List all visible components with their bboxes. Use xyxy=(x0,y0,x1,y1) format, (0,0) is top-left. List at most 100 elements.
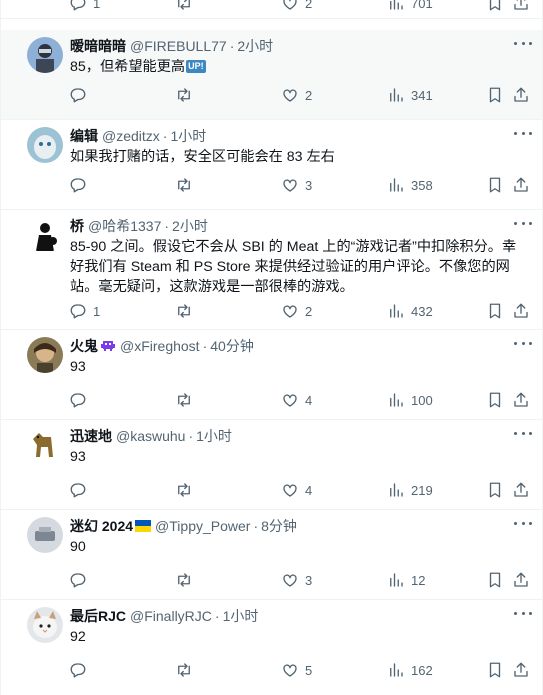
timestamp[interactable]: 2小时 xyxy=(172,216,208,236)
tweet[interactable]: 迅速地 @kaswuhu · 1小时 93 4 219 xyxy=(1,420,542,510)
views-button[interactable]: 701 xyxy=(387,0,433,13)
retweet-button[interactable] xyxy=(175,480,193,500)
heart-icon xyxy=(283,0,297,10)
like-button[interactable]: 5 xyxy=(281,660,312,680)
bookmark-button[interactable] xyxy=(486,480,504,500)
tweet[interactable]: 火鬼 @xFireghost · 40分钟 93 4 100 xyxy=(1,330,542,420)
more-icon[interactable] xyxy=(514,340,532,346)
avatar[interactable] xyxy=(27,517,63,553)
views-button[interactable]: 100 xyxy=(387,390,433,410)
display-name[interactable]: 桥 xyxy=(70,216,84,236)
like-button[interactable]: 2 xyxy=(281,85,312,105)
bookmark-button[interactable] xyxy=(486,175,504,195)
more-icon[interactable] xyxy=(514,40,532,46)
like-count: 2 xyxy=(305,303,313,319)
bookmark-icon xyxy=(489,482,501,498)
bookmark-button[interactable] xyxy=(486,660,504,680)
more-icon[interactable] xyxy=(514,610,532,616)
reply-button[interactable]: 1 xyxy=(69,301,100,321)
display-name[interactable]: 迷幻 2024 xyxy=(70,516,133,536)
avatar[interactable] xyxy=(27,217,63,253)
like-button[interactable]: 2 xyxy=(281,301,312,321)
reply-button[interactable] xyxy=(69,175,87,195)
timestamp[interactable]: 1小时 xyxy=(170,126,206,146)
bookmark-button[interactable] xyxy=(486,85,504,105)
share-button[interactable] xyxy=(512,0,530,13)
avatar[interactable] xyxy=(27,37,63,73)
like-button[interactable]: 4 xyxy=(281,390,312,410)
reply-button[interactable] xyxy=(69,390,87,410)
like-button[interactable]: 3 xyxy=(281,570,312,590)
avatar[interactable] xyxy=(27,427,63,463)
retweet-button[interactable] xyxy=(175,175,193,195)
like-button[interactable]: 4 xyxy=(281,480,312,500)
display-name[interactable]: 火鬼 xyxy=(70,336,98,356)
display-name[interactable]: 迅速地 xyxy=(70,426,112,446)
user-handle[interactable]: @Tippy_Power xyxy=(155,518,250,534)
retweet-button[interactable] xyxy=(175,570,193,590)
reply-button[interactable] xyxy=(69,480,87,500)
user-handle[interactable]: @kaswuhu xyxy=(116,428,185,444)
bookmark-icon xyxy=(489,87,501,103)
retweet-icon xyxy=(178,88,190,102)
like-count: 4 xyxy=(305,392,313,408)
display-name[interactable]: 编辑 xyxy=(70,126,98,146)
avatar[interactable] xyxy=(27,337,63,373)
tweet[interactable]: 编辑 @zeditzx · 1小时 如果我打赌的话，安全区可能会在 83 左右 … xyxy=(1,120,542,210)
more-icon[interactable] xyxy=(514,430,532,436)
avatar[interactable] xyxy=(27,607,63,643)
tweet[interactable]: 桥 @哈希1337 · 2小时 85-90 之间。假设它不会从 SBI 的 Me… xyxy=(1,210,542,330)
bookmark-button[interactable] xyxy=(486,0,504,13)
reply-button[interactable] xyxy=(69,85,87,105)
share-button[interactable] xyxy=(512,570,530,590)
user-handle[interactable]: @FinallyRJC xyxy=(130,608,212,624)
like-button[interactable]: 3 xyxy=(281,175,312,195)
timestamp[interactable]: 1小时 xyxy=(223,606,259,626)
share-button[interactable] xyxy=(512,660,530,680)
timestamp[interactable]: 1小时 xyxy=(196,426,232,446)
reply-button[interactable] xyxy=(69,660,87,680)
user-handle[interactable]: @xFireghost xyxy=(120,338,200,354)
bookmark-button[interactable] xyxy=(486,570,504,590)
retweet-button[interactable] xyxy=(175,301,193,321)
like-count: 5 xyxy=(305,662,313,678)
retweet-button[interactable] xyxy=(175,390,193,410)
more-icon[interactable] xyxy=(514,220,532,226)
more-icon[interactable] xyxy=(514,520,532,526)
timestamp[interactable]: 2小时 xyxy=(237,36,273,56)
views-button[interactable]: 358 xyxy=(387,175,433,195)
bookmark-icon xyxy=(489,392,501,408)
bookmark-button[interactable] xyxy=(486,301,504,321)
more-icon[interactable] xyxy=(514,130,532,136)
user-handle[interactable]: @zeditzx xyxy=(102,128,160,144)
share-button[interactable] xyxy=(512,175,530,195)
retweet-button[interactable] xyxy=(175,0,193,13)
share-button[interactable] xyxy=(512,85,530,105)
views-button[interactable]: 12 xyxy=(387,570,425,590)
views-button[interactable]: 162 xyxy=(387,660,433,680)
views-button[interactable]: 219 xyxy=(387,480,433,500)
tweet[interactable]: 暧暗暗暗 @FIREBULL77 · 2小时 85，但希望能更高 UP! 2 34… xyxy=(1,30,542,120)
like-button[interactable]: 2 xyxy=(281,0,312,13)
tweet[interactable]: 迷幻 2024 @Tippy_Power · 8分钟 90 3 12 xyxy=(1,510,542,600)
display-name[interactable]: 暧暗暗暗 xyxy=(70,36,126,56)
views-button[interactable]: 341 xyxy=(387,85,433,105)
reply-button[interactable]: 1 xyxy=(69,0,100,13)
share-button[interactable] xyxy=(512,390,530,410)
views-button[interactable]: 432 xyxy=(387,301,433,321)
reply-icon xyxy=(70,573,86,588)
share-button[interactable] xyxy=(512,480,530,500)
avatar[interactable] xyxy=(27,127,63,163)
views-count: 701 xyxy=(411,0,433,11)
reply-button[interactable] xyxy=(69,570,87,590)
retweet-button[interactable] xyxy=(175,85,193,105)
user-handle[interactable]: @FIREBULL77 xyxy=(130,38,227,54)
bookmark-button[interactable] xyxy=(486,390,504,410)
retweet-button[interactable] xyxy=(175,660,193,680)
share-button[interactable] xyxy=(512,301,530,321)
timestamp[interactable]: 8分钟 xyxy=(261,516,297,536)
display-name[interactable]: 最后RJC xyxy=(70,606,126,626)
tweet[interactable]: 最后RJC @FinallyRJC · 1小时 92 5 162 xyxy=(1,600,542,695)
timestamp[interactable]: 40分钟 xyxy=(210,336,254,356)
user-handle[interactable]: @哈希1337 xyxy=(88,216,161,236)
